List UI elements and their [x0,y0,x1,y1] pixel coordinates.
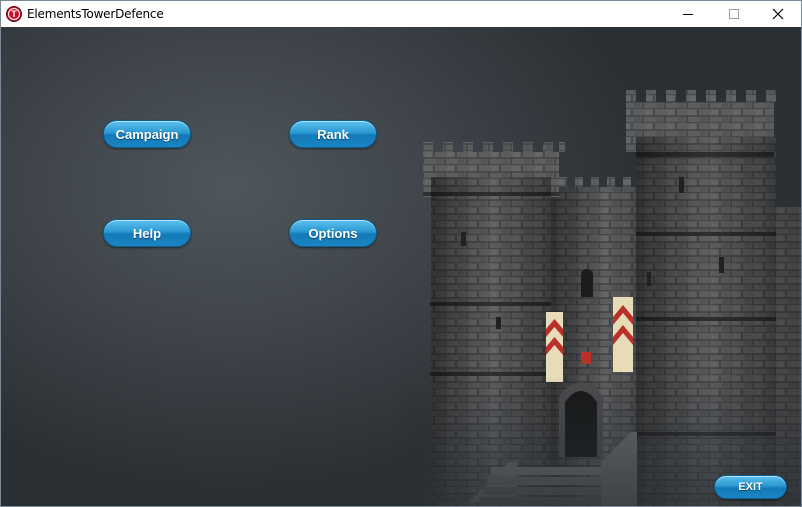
minimize-button[interactable] [665,1,711,27]
maximize-icon [729,9,739,19]
app-window: T ElementsTowerDefence Campaign Rank Hel… [0,0,802,507]
help-button[interactable]: Help [103,219,191,247]
window-title: ElementsTowerDefence [27,7,164,21]
maximize-button[interactable] [711,1,757,27]
campaign-button[interactable]: Campaign [103,120,191,148]
close-icon [772,8,784,20]
game-main-menu: Campaign Rank Help Options EXIT [1,27,801,506]
rank-button[interactable]: Rank [289,120,377,148]
app-logo-icon: T [6,6,22,22]
title-bar[interactable]: T ElementsTowerDefence [1,1,801,27]
minimize-icon [683,14,693,15]
close-button[interactable] [755,1,801,27]
options-button[interactable]: Options [289,219,377,247]
castle-illustration [401,67,801,506]
exit-button[interactable]: EXIT [714,475,787,499]
